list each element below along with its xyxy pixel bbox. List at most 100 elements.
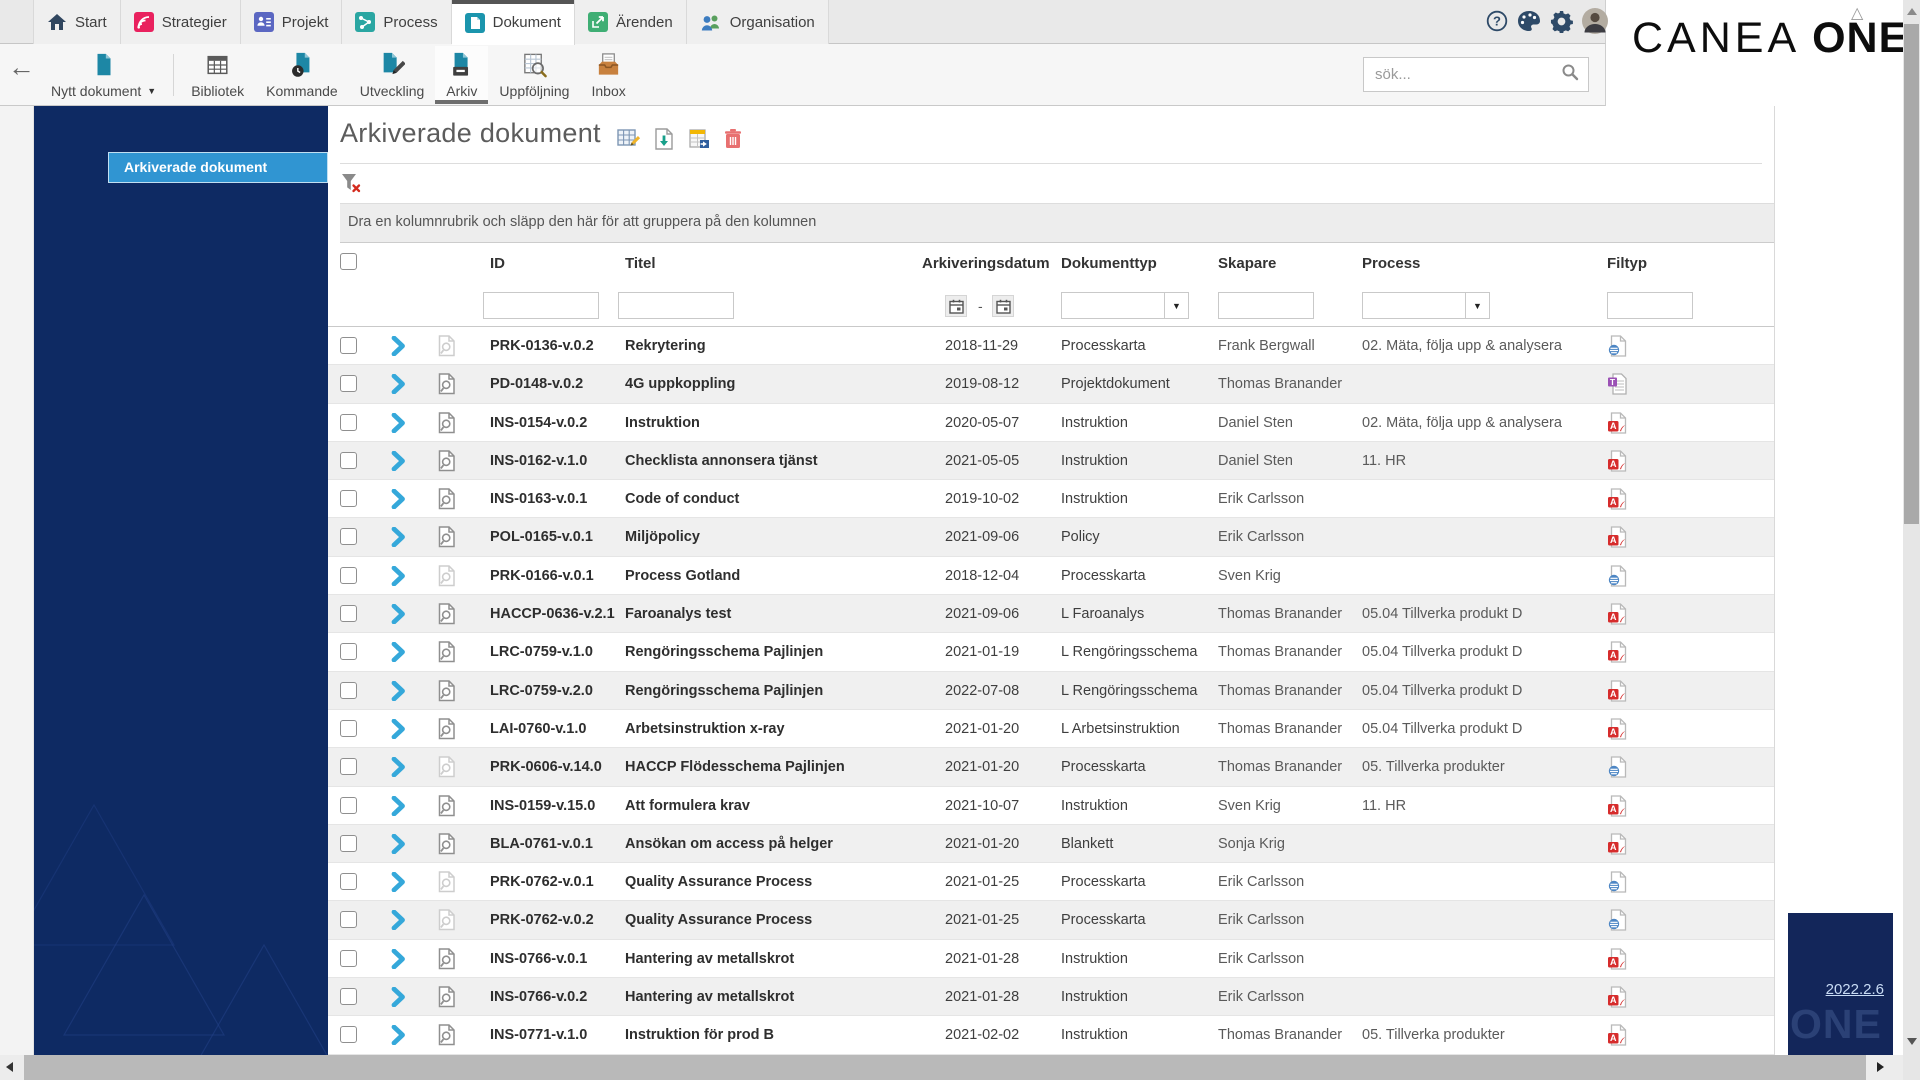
preview-document-icon[interactable] (437, 373, 457, 395)
tab-process[interactable]: Process (342, 0, 451, 44)
table-row[interactable]: INS-0771-v.1.0Instruktion för prod B2021… (328, 1016, 1774, 1054)
toolbar-item-inbox[interactable]: Inbox (580, 46, 636, 104)
web-document-file-icon[interactable] (1607, 335, 1628, 357)
tab-renden[interactable]: Ärenden (575, 0, 687, 44)
row-checkbox[interactable] (340, 911, 357, 928)
table-row[interactable]: PRK-0606-v.14.0HACCP Flödesschema Pajlin… (328, 748, 1774, 786)
table-row[interactable]: BLA-0761-v.0.1Ansökan om access på helge… (328, 825, 1774, 863)
web-document-file-icon[interactable] (1607, 909, 1628, 931)
open-document-chevron-icon[interactable] (391, 910, 406, 930)
row-checkbox[interactable] (340, 528, 357, 545)
web-document-file-icon[interactable] (1607, 756, 1628, 778)
table-row[interactable]: HACCP-0636-v.2.1Faroanalys test2021-09-0… (328, 595, 1774, 633)
table-row[interactable]: LRC-0759-v.2.0Rengöringsschema Pajlinjen… (328, 672, 1774, 710)
delete-icon[interactable] (724, 128, 742, 150)
preview-document-icon[interactable] (437, 986, 457, 1008)
toolbar-item-uppf-ljning[interactable]: Uppföljning (488, 46, 580, 104)
row-checkbox[interactable] (340, 873, 357, 890)
group-by-bar[interactable]: Dra en kolumnrubrik och släpp den här fö… (340, 203, 1774, 243)
export-document-icon[interactable] (654, 128, 674, 150)
column-header-skapare[interactable]: Skapare (1218, 243, 1276, 285)
tab-dokument[interactable]: Dokument (452, 0, 575, 45)
pdf-file-icon[interactable]: A (1607, 603, 1628, 625)
open-document-chevron-icon[interactable] (391, 413, 406, 433)
table-row[interactable]: PRK-0762-v.0.1Quality Assurance Process2… (328, 863, 1774, 901)
column-header-process[interactable]: Process (1362, 243, 1420, 285)
row-checkbox[interactable] (340, 797, 357, 814)
row-checkbox[interactable] (340, 988, 357, 1005)
tab-organisation[interactable]: Organisation (687, 0, 829, 44)
row-checkbox[interactable] (340, 375, 357, 392)
open-document-chevron-icon[interactable] (391, 1025, 406, 1045)
preview-document-icon[interactable] (437, 1024, 457, 1046)
pdf-file-icon[interactable]: A (1607, 641, 1628, 663)
pdf-file-icon[interactable]: A (1607, 526, 1628, 548)
tab-start[interactable]: Start (33, 0, 121, 44)
open-document-chevron-icon[interactable] (391, 987, 406, 1007)
table-row[interactable]: PD-0148-v.0.24G uppkoppling2019-08-12Pro… (328, 365, 1774, 403)
column-header-id[interactable]: ID (490, 243, 505, 285)
open-document-chevron-icon[interactable] (391, 374, 406, 394)
pdf-file-icon[interactable]: A (1607, 1024, 1628, 1046)
row-checkbox[interactable] (340, 643, 357, 660)
web-document-file-icon[interactable] (1607, 565, 1628, 587)
open-document-chevron-icon[interactable] (391, 489, 406, 509)
toolbar-item-bibliotek[interactable]: Bibliotek (180, 46, 255, 104)
row-checkbox[interactable] (340, 1026, 357, 1043)
open-document-chevron-icon[interactable] (391, 834, 406, 854)
table-row[interactable]: PRK-0762-v.0.2Quality Assurance Process2… (328, 901, 1774, 939)
table-row[interactable]: POL-0165-v.0.1Miljöpolicy2021-09-06Polic… (328, 518, 1774, 556)
tab-strategier[interactable]: Strategier (121, 0, 241, 44)
help-icon[interactable]: ? (1486, 10, 1508, 32)
open-document-chevron-icon[interactable] (391, 757, 406, 777)
clear-filter-icon[interactable] (340, 172, 362, 194)
pdf-file-icon[interactable]: A (1607, 412, 1628, 434)
open-document-chevron-icon[interactable] (391, 527, 406, 547)
column-header-titel[interactable]: Titel (625, 243, 656, 285)
table-row[interactable]: INS-0766-v.0.2Hantering av metallskrot20… (328, 978, 1774, 1016)
table-row[interactable]: LAI-0760-v.1.0Arbetsinstruktion x-ray202… (328, 710, 1774, 748)
toolbar-item-nytt-dokument[interactable]: Nytt dokument▼ (40, 46, 167, 104)
pdf-file-icon[interactable]: A (1607, 948, 1628, 970)
export-excel-icon[interactable] (688, 128, 710, 150)
select-all-checkbox[interactable] (340, 253, 357, 270)
preview-document-icon[interactable] (437, 718, 457, 740)
theme-palette-icon[interactable] (1517, 10, 1541, 32)
preview-document-icon[interactable] (437, 948, 457, 970)
toolbar-item-utveckling[interactable]: Utveckling (349, 46, 436, 104)
search-input[interactable] (1373, 65, 1561, 84)
pdf-file-icon[interactable]: A (1607, 718, 1628, 740)
table-row[interactable]: INS-0162-v.1.0Checklista annonsera tjäns… (328, 442, 1774, 480)
preview-document-icon[interactable] (437, 909, 457, 931)
table-row[interactable]: PRK-0136-v.0.2Rekrytering2018-11-29Proce… (328, 327, 1774, 365)
open-document-chevron-icon[interactable] (391, 566, 406, 586)
open-document-chevron-icon[interactable] (391, 872, 406, 892)
filter-process-input[interactable] (1362, 292, 1466, 319)
preview-document-icon[interactable] (437, 795, 457, 817)
pdf-file-icon[interactable]: A (1607, 795, 1628, 817)
preview-document-icon[interactable] (437, 488, 457, 510)
preview-document-icon[interactable] (437, 335, 457, 357)
row-checkbox[interactable] (340, 950, 357, 967)
open-document-chevron-icon[interactable] (391, 796, 406, 816)
table-row[interactable]: INS-0163-v.0.1Code of conduct2019-10-02I… (328, 480, 1774, 518)
row-checkbox[interactable] (340, 567, 357, 584)
table-row[interactable]: INS-0766-v.0.1Hantering av metallskrot20… (328, 940, 1774, 978)
filter-titel-input[interactable] (618, 292, 734, 319)
sidebar-item-arkiverade-dokument[interactable]: Arkiverade dokument (108, 152, 328, 183)
vertical-scrollbar[interactable] (1903, 0, 1920, 1080)
pdf-file-icon[interactable]: A (1607, 680, 1628, 702)
table-row[interactable]: INS-0159-v.15.0Att formulera krav2021-10… (328, 787, 1774, 825)
filter-skapare-input[interactable] (1218, 292, 1314, 319)
scroll-right-arrow[interactable] (1877, 1062, 1884, 1072)
preview-document-icon[interactable] (437, 412, 457, 434)
row-checkbox[interactable] (340, 758, 357, 775)
preview-document-icon[interactable] (437, 526, 457, 548)
open-document-chevron-icon[interactable] (391, 719, 406, 739)
search-icon[interactable] (1561, 63, 1579, 86)
open-document-chevron-icon[interactable] (391, 604, 406, 624)
preview-document-icon[interactable] (437, 833, 457, 855)
open-document-chevron-icon[interactable] (391, 336, 406, 356)
filter-dokumenttyp-dropdown[interactable]: ▼ (1164, 292, 1189, 319)
horizontal-scrollbar-thumb[interactable] (24, 1055, 1866, 1080)
